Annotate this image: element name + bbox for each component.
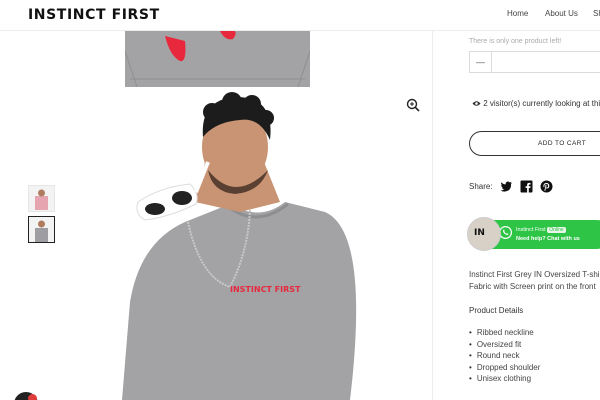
quantity-selector[interactable]: — [469, 51, 600, 73]
list-item: Unisex clothing [469, 373, 540, 385]
visitor-count: 2 visitor(s) currently looking at this [472, 99, 600, 108]
nav-link-home[interactable]: Home [507, 9, 528, 18]
add-to-cart-button[interactable]: ADD TO CART [469, 131, 600, 156]
column-divider [432, 31, 433, 400]
whatsapp-avatar-logo: IN [474, 228, 485, 238]
shirt-print-text: INSTINCT FIRST [230, 285, 301, 294]
product-description: Instinct First Grey IN Oversized T-shi F… [469, 269, 600, 293]
description-line: Fabric with Screen print on the front [469, 282, 596, 291]
quantity-decrease-button[interactable]: — [470, 52, 492, 72]
notification-dot [28, 394, 37, 400]
list-item: Dropped shoulder [469, 362, 541, 374]
product-thumbnail-1[interactable] [28, 185, 55, 212]
product-image-main[interactable]: INSTINCT FIRST [100, 92, 427, 400]
whatsapp-agent-name: Instinct First [516, 227, 546, 233]
whatsapp-chat-widget[interactable]: Instinct First Online Need help? Chat wi… [467, 217, 600, 251]
share-label: Share: [469, 182, 493, 191]
product-details-title: Product Details [469, 306, 524, 315]
whatsapp-online-badge: Online [547, 227, 566, 233]
whatsapp-avatar: IN [467, 217, 501, 251]
pinterest-icon[interactable] [540, 180, 553, 193]
eye-icon [472, 99, 483, 108]
site-header: INSTINCT FIRST Home About Us Sh [0, 0, 600, 31]
site-logo[interactable]: INSTINCT FIRST [28, 7, 160, 23]
nav-link-shop[interactable]: Sh [593, 9, 600, 18]
product-thumbnail-2[interactable] [28, 216, 55, 243]
twitter-icon[interactable] [500, 180, 513, 193]
visitor-count-text: 2 visitor(s) currently looking at this [483, 99, 600, 108]
stock-note: There is only one product left! [469, 38, 562, 45]
list-item: Round neck [469, 350, 540, 362]
zoom-in-icon[interactable] [406, 98, 420, 112]
whatsapp-chat-bar[interactable]: Instinct First Online Need help? Chat wi… [491, 220, 600, 249]
whatsapp-chat-cta[interactable]: Need help? Chat with us [516, 236, 580, 242]
facebook-icon[interactable] [520, 180, 533, 193]
product-details-list: Ribbed neckline Oversized fit Round neck… [469, 327, 541, 385]
description-line: Instinct First Grey IN Oversized T-shi [469, 270, 600, 279]
product-image-previous [125, 31, 310, 87]
nav-link-about[interactable]: About Us [545, 9, 578, 18]
whatsapp-agent-info: Instinct First Online [516, 227, 566, 233]
list-item: Oversized fit [469, 339, 540, 351]
list-item: Ribbed neckline [469, 327, 540, 339]
